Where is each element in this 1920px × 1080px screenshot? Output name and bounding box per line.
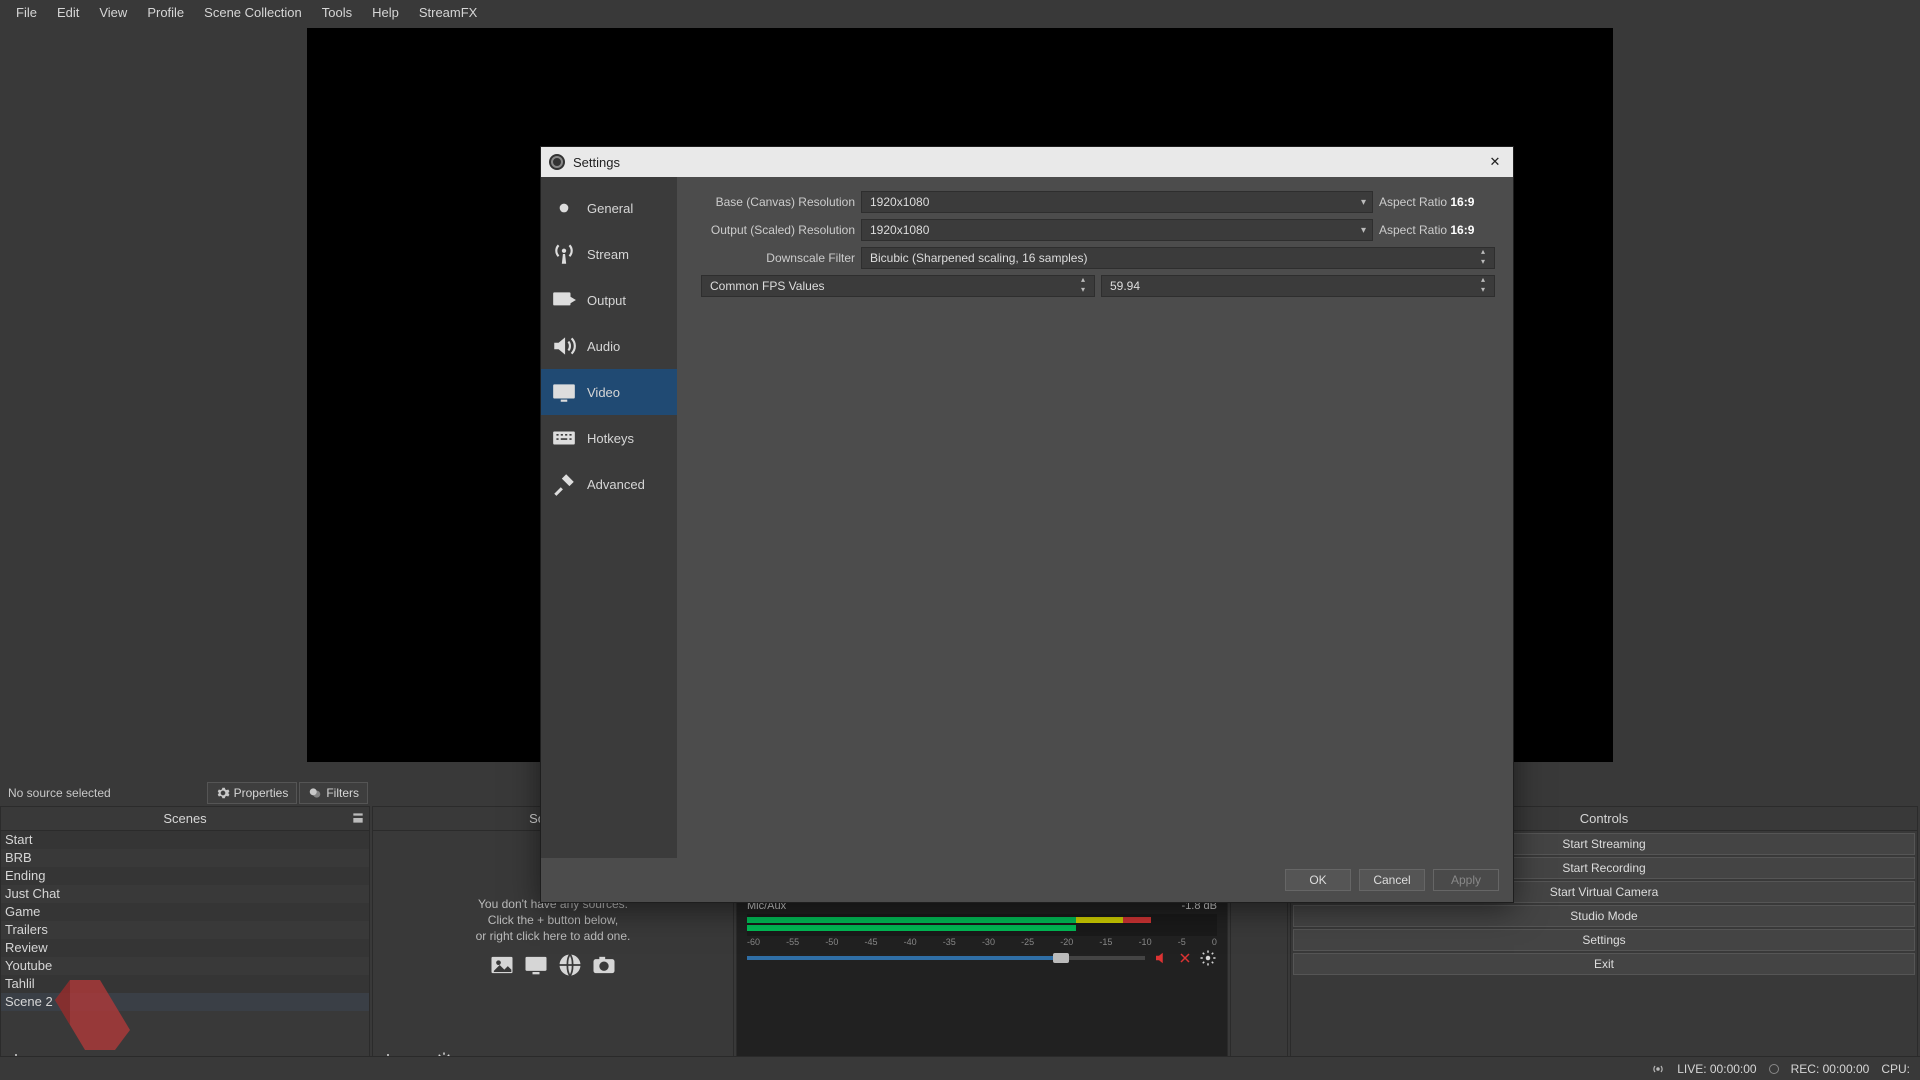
chevron-down-icon: ▾ — [1361, 197, 1366, 208]
cancel-button[interactable]: Cancel — [1359, 869, 1425, 891]
spin-icon[interactable]: ▴▾ — [1076, 276, 1090, 296]
ok-button[interactable]: OK — [1285, 869, 1351, 891]
status-bar: LIVE: 00:00:00 REC: 00:00:00 CPU: — [0, 1056, 1920, 1080]
cat-hotkeys[interactable]: Hotkeys — [541, 415, 677, 461]
watermark-logo — [40, 970, 140, 1055]
base-resolution-label: Base (Canvas) Resolution — [695, 195, 855, 209]
source-toolbar: No source selected Properties Filters — [0, 780, 370, 806]
menu-scene-collection[interactable]: Scene Collection — [194, 2, 312, 23]
scene-row[interactable]: BRB — [1, 849, 369, 867]
menu-help[interactable]: Help — [362, 2, 409, 23]
properties-label: Properties — [234, 786, 289, 800]
sources-empty-line: or right click here to add one. — [476, 929, 631, 943]
vu-meter — [747, 914, 1217, 936]
aspect-ratio-label: Aspect Ratio 16:9 — [1379, 223, 1495, 237]
speaker-icon — [551, 333, 577, 359]
cat-advanced[interactable]: Advanced — [541, 461, 677, 507]
output-resolution-select[interactable]: 1920x1080▾ — [861, 219, 1373, 241]
settings-form: Base (Canvas) Resolution 1920x1080▾ Aspe… — [677, 177, 1513, 858]
fps-value-select[interactable]: 59.94▴▾ — [1101, 275, 1495, 297]
gear-icon — [551, 195, 577, 221]
menu-edit[interactable]: Edit — [47, 2, 89, 23]
no-source-selected-label: No source selected — [0, 786, 207, 800]
popout-icon[interactable] — [351, 811, 365, 825]
cat-general[interactable]: General — [541, 185, 677, 231]
meter-ticks: -60-55-50-45-40-35-30-25-20-15-10-50 — [747, 937, 1217, 947]
base-resolution-select[interactable]: 1920x1080▾ — [861, 191, 1373, 213]
live-timer: LIVE: 00:00:00 — [1677, 1062, 1756, 1076]
apply-button[interactable]: Apply — [1433, 869, 1499, 891]
scenes-header: Scenes — [1, 807, 369, 831]
cpu-label: CPU: — [1881, 1062, 1910, 1076]
scene-row[interactable]: Ending — [1, 867, 369, 885]
app-icon — [549, 154, 565, 170]
properties-button[interactable]: Properties — [207, 782, 298, 804]
display-icon — [551, 379, 577, 405]
broadcast-icon — [1651, 1062, 1665, 1076]
scene-row[interactable]: Trailers — [1, 921, 369, 939]
keyboard-icon — [551, 425, 577, 451]
scene-row[interactable]: Just Chat — [1, 885, 369, 903]
settings-button[interactable]: Settings — [1293, 929, 1915, 951]
cat-output[interactable]: Output — [541, 277, 677, 323]
scene-row[interactable]: Start — [1, 831, 369, 849]
exit-button[interactable]: Exit — [1293, 953, 1915, 975]
tools-icon — [551, 471, 577, 497]
display-icon — [522, 951, 550, 979]
mixer-channel: Mic/Aux-1.8 dB -60-55-50-45-40-35-30-25-… — [747, 900, 1217, 967]
dialog-titlebar[interactable]: Settings ✕ — [541, 147, 1513, 177]
camera-icon — [590, 951, 618, 979]
menu-profile[interactable]: Profile — [137, 2, 194, 23]
image-icon — [488, 951, 516, 979]
aspect-ratio-label: Aspect Ratio 16:9 — [1379, 195, 1495, 209]
globe-icon — [556, 951, 584, 979]
spin-icon[interactable]: ▴▾ — [1476, 248, 1490, 268]
sources-hint-icons — [488, 951, 618, 979]
menu-file[interactable]: File — [6, 2, 47, 23]
menubar: File Edit View Profile Scene Collection … — [0, 0, 1920, 24]
dialog-buttons: OK Cancel Apply — [541, 858, 1513, 902]
studio-mode-button[interactable]: Studio Mode — [1293, 905, 1915, 927]
menu-streamfx[interactable]: StreamFX — [409, 2, 488, 23]
settings-categories: General Stream Output Audio Video Hotkey… — [541, 177, 677, 858]
scene-row[interactable]: Game — [1, 903, 369, 921]
output-resolution-label: Output (Scaled) Resolution — [695, 223, 855, 237]
controls-title: Controls — [1580, 811, 1628, 826]
close-icon[interactable] — [1179, 952, 1191, 964]
settings-dialog: Settings ✕ General Stream Output Audio V… — [540, 146, 1514, 903]
spin-icon[interactable]: ▴▾ — [1476, 276, 1490, 296]
chevron-down-icon: ▾ — [1361, 225, 1366, 236]
downscale-filter-select[interactable]: Bicubic (Sharpened scaling, 16 samples)▴… — [861, 247, 1495, 269]
volume-slider[interactable] — [747, 956, 1145, 960]
cat-audio[interactable]: Audio — [541, 323, 677, 369]
filters-button[interactable]: Filters — [299, 782, 368, 804]
output-icon — [551, 287, 577, 313]
broadcast-icon — [551, 241, 577, 267]
menu-tools[interactable]: Tools — [312, 2, 362, 23]
fps-type-select[interactable]: Common FPS Values▴▾ — [701, 275, 1095, 297]
downscale-filter-label: Downscale Filter — [695, 251, 855, 265]
dialog-title: Settings — [573, 155, 620, 170]
cat-video[interactable]: Video — [541, 369, 677, 415]
menu-view[interactable]: View — [89, 2, 137, 23]
filters-label: Filters — [326, 786, 359, 800]
speaker-muted-icon[interactable] — [1153, 949, 1171, 967]
gear-icon — [216, 786, 230, 800]
gear-icon[interactable] — [1199, 949, 1217, 967]
scene-row[interactable]: Review — [1, 939, 369, 957]
scenes-title: Scenes — [163, 811, 206, 826]
filters-icon — [308, 786, 322, 800]
rec-indicator-icon — [1769, 1064, 1779, 1074]
cat-stream[interactable]: Stream — [541, 231, 677, 277]
sources-empty-line: Click the + button below, — [488, 913, 618, 927]
close-icon[interactable]: ✕ — [1485, 154, 1505, 170]
rec-timer: REC: 00:00:00 — [1791, 1062, 1870, 1076]
